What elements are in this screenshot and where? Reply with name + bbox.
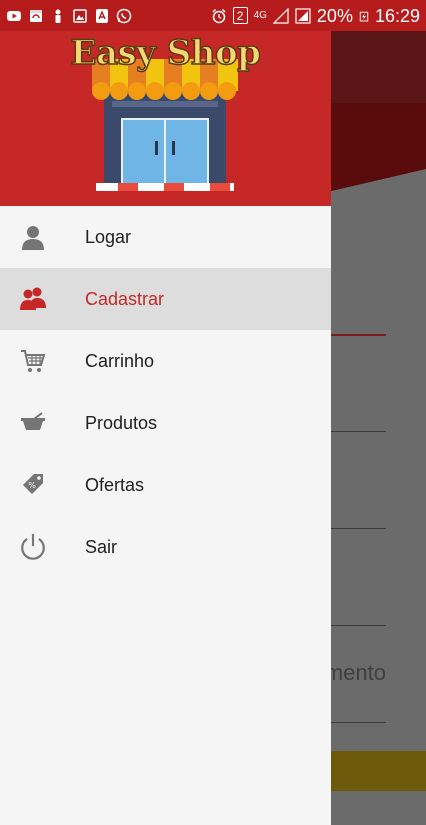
background-field-underline [331,528,386,529]
svg-text:%: % [28,481,36,490]
menu-item-cadastrar[interactable]: Cadastrar [0,268,331,330]
battery-percent: 20% [316,5,353,26]
menu-item-label: Ofertas [85,474,145,495]
alarm-icon [212,8,226,23]
person-icon [22,226,44,250]
signal-full-icon [295,7,311,24]
menu-item-label: Produtos [85,412,158,433]
menu-item-logar[interactable]: Logar [0,206,331,268]
background-field-underline [331,625,386,626]
menu-item-sair[interactable]: Sair [0,516,331,578]
sim-badge: 2 [232,7,248,24]
group-icon [20,287,46,310]
system-icons: 2 4G 20% 16:29 [211,7,420,25]
pdf-icon [96,8,108,23]
drawer-menu: Logar Cadastrar Carrinho Produtos % Ofer… [0,206,331,578]
menu-item-produtos[interactable]: Produtos [0,392,331,454]
menu-item-label: Logar [85,226,132,247]
cart-icon [21,350,46,372]
menu-item-ofertas[interactable]: % Ofertas [0,454,331,516]
menu-item-label: Carrinho [85,350,155,371]
menu-item-carrinho[interactable]: Carrinho [0,330,331,392]
drawer-header: Easy Shop [0,31,331,206]
tag-icon: % [23,474,43,494]
navigation-drawer: Easy Shop Logar Cadastrar Carrinho Produ… [0,31,331,825]
background-field-text: mento [331,660,386,685]
background-field-underline [331,334,386,336]
gallery-icon [73,8,87,23]
basket-icon [21,412,45,430]
background-button [331,751,426,791]
power-icon [21,534,45,560]
youtube-icon [7,10,21,21]
signal-icon [272,7,289,24]
network-type: 4G [253,9,267,21]
menu-item-label: Cadastrar [85,288,165,309]
background-field-underline [331,722,386,723]
menu-item-label: Sair [85,536,118,557]
whatsapp-icon [116,8,132,23]
status-bar: 2 4G 20% 16:29 [0,0,426,31]
battery-charging-icon [359,11,369,21]
calendar-sync-icon [30,9,42,22]
notification-icons [6,8,132,24]
shop-logo-text: Easy Shop [70,32,262,74]
user-pin-icon [55,9,61,23]
background-field-underline [331,431,386,432]
clock: 16:29 [374,5,420,26]
